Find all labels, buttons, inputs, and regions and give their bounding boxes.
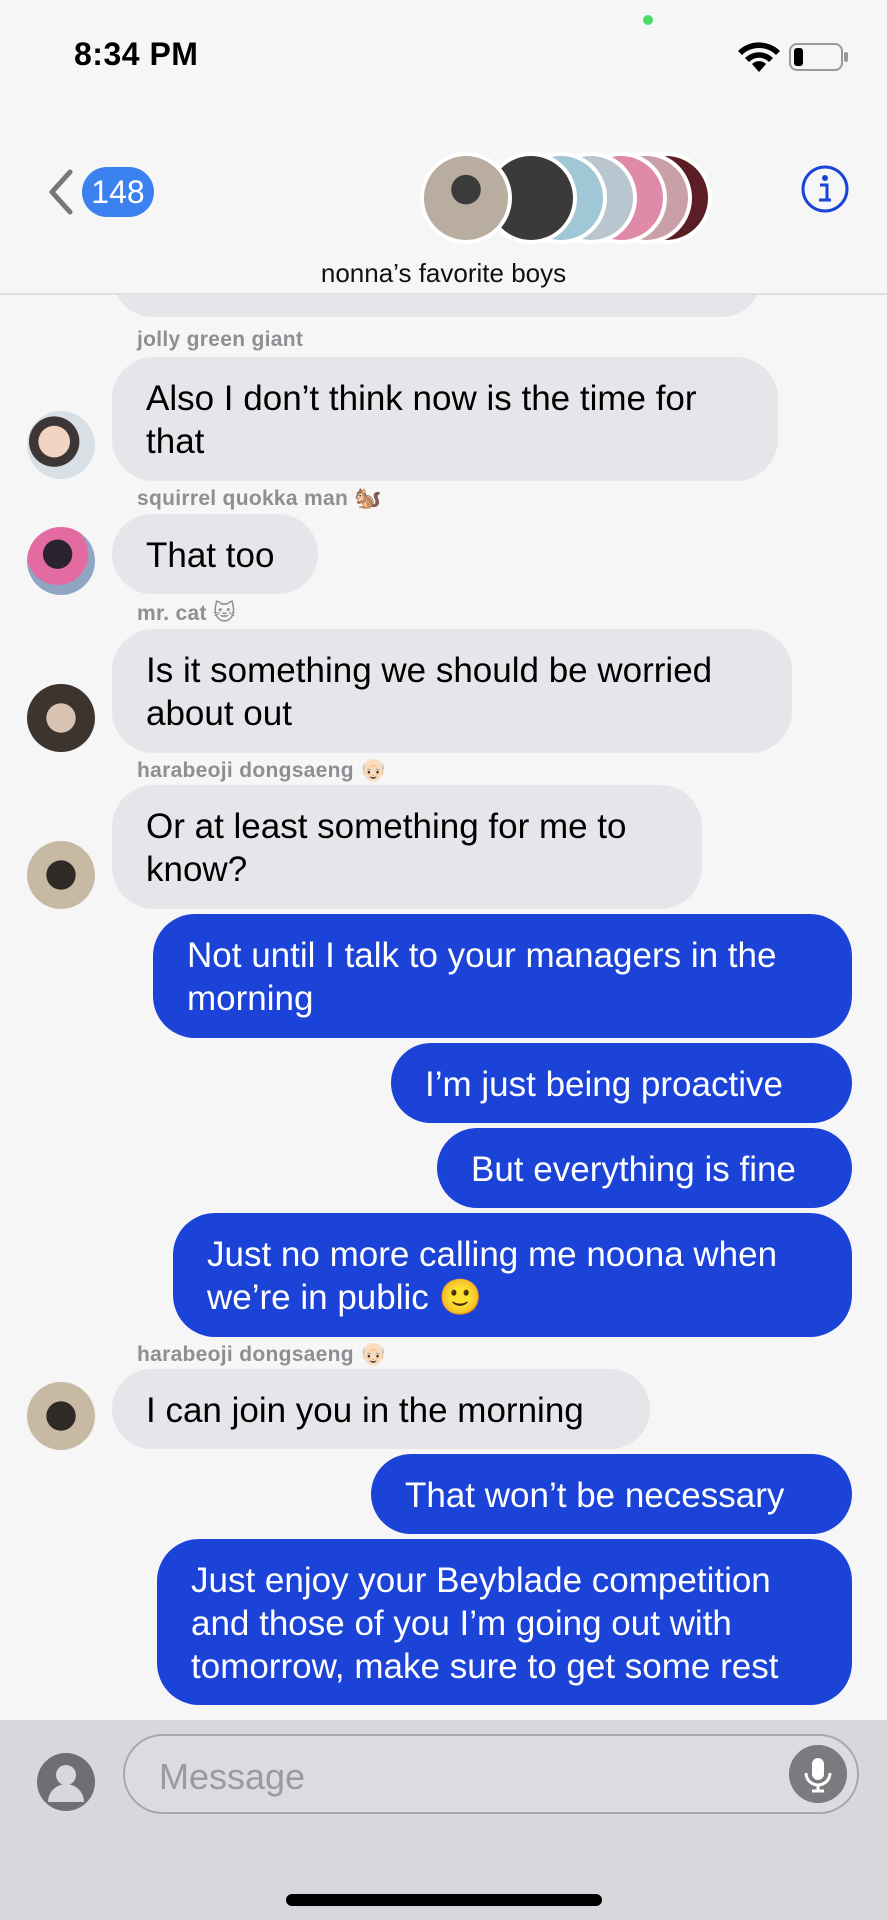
cat-emoji: 🐱 — [212, 600, 237, 625]
message-bubble-outgoing[interactable]: Just enjoy your Beyblade competition and… — [157, 1539, 852, 1705]
message-bubble-outgoing[interactable]: Just no more calling me noona when we’re… — [173, 1213, 852, 1337]
microphone-icon[interactable] — [789, 1745, 847, 1803]
avatar[interactable] — [27, 1382, 95, 1450]
home-indicator[interactable] — [286, 1894, 602, 1906]
camera-indicator-icon — [643, 15, 653, 25]
sender-name: harabeoji dongsaeng 👴🏻 — [137, 1341, 388, 1367]
compose-bar: Message — [0, 1720, 887, 1920]
older-man-emoji: 👴🏻 — [359, 757, 388, 782]
group-avatar — [420, 152, 512, 244]
status-bar: 8:34 PM — [0, 0, 887, 110]
message-bubble[interactable]: Also I don’t think now is the time for t… — [112, 357, 778, 481]
message-bubble-outgoing[interactable]: But everything is fine — [437, 1128, 852, 1208]
message-placeholder: Message — [159, 1756, 306, 1797]
sender-name-text: jolly green giant — [137, 328, 304, 351]
message-bubble[interactable]: Or at least something for me to know? — [112, 785, 702, 909]
message-bubble-outgoing[interactable]: Not until I talk to your managers in the… — [153, 914, 852, 1038]
back-button[interactable]: 148 — [44, 162, 154, 222]
wifi-icon — [738, 42, 780, 72]
message-bubble[interactable]: I can join you in the morning — [112, 1369, 650, 1449]
person-icon[interactable] — [36, 1752, 96, 1812]
group-name[interactable]: nonna’s favorite boys — [0, 258, 887, 289]
avatar[interactable] — [27, 527, 95, 595]
sender-name-text: harabeoji dongsaeng — [137, 1343, 354, 1366]
group-avatars[interactable] — [420, 152, 720, 252]
avatar[interactable] — [27, 684, 95, 752]
message-bubble[interactable]: That too — [112, 514, 318, 594]
message-bubble-outgoing[interactable]: I’m just being proactive — [391, 1043, 852, 1123]
info-icon[interactable] — [800, 164, 850, 214]
unread-count-badge: 148 — [82, 167, 154, 217]
sender-name-text: squirrel quokka man — [137, 487, 349, 510]
message-bubble-outgoing[interactable]: That won’t be necessary — [371, 1454, 852, 1534]
avatar[interactable] — [27, 841, 95, 909]
message-input[interactable]: Message — [123, 1734, 859, 1814]
message-list[interactable]: jolly green giant Also I don’t think now… — [0, 295, 887, 1720]
avatar[interactable] — [27, 411, 95, 479]
sender-name: harabeoji dongsaeng 👴🏻 — [137, 757, 388, 783]
conversation-header: 148 nonna’s favorite boys — [0, 110, 887, 295]
sender-name: squirrel quokka man 🐿️ — [137, 485, 382, 511]
status-time: 8:34 PM — [74, 36, 199, 72]
battery-icon — [789, 43, 848, 71]
sender-name: mr. cat 🐱 — [137, 600, 236, 626]
sender-name: jolly green giant — [137, 328, 303, 352]
older-man-emoji: 👴🏻 — [359, 1341, 388, 1366]
message-bubble[interactable]: Is it something we should be worried abo… — [112, 629, 792, 753]
sender-name-text: mr. cat — [137, 602, 207, 625]
squirrel-emoji: 🐿️ — [354, 485, 382, 510]
chevron-left-icon — [49, 169, 73, 215]
message-bubble-partial — [112, 295, 762, 317]
sender-name-text: harabeoji dongsaeng — [137, 759, 354, 782]
